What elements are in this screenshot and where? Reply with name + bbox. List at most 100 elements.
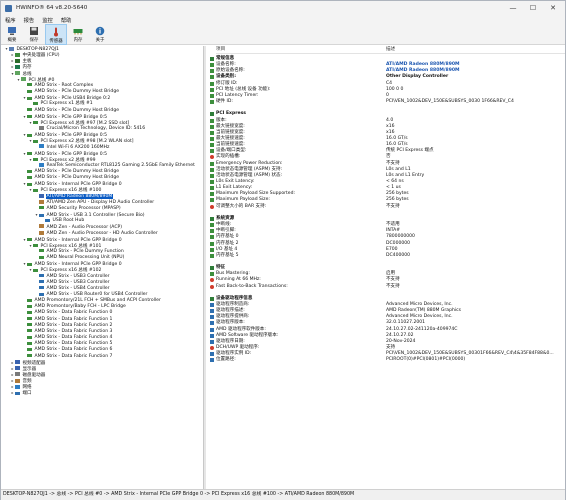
status-green-icon bbox=[210, 81, 214, 86]
tree-node-label: AMD Zen - Audio Processor (ACP) bbox=[46, 224, 123, 230]
usb-icon bbox=[39, 292, 44, 296]
property-name: 硬件 ID: bbox=[216, 99, 233, 105]
tree-node-label: ATI/AMD Radeon 880M/890M bbox=[45, 194, 114, 200]
tree-node-label: AMD Strix - Data Fabric Function 3 bbox=[34, 328, 113, 334]
usb-icon bbox=[39, 274, 44, 278]
dev-icon bbox=[27, 335, 32, 339]
dev-icon bbox=[27, 152, 32, 156]
property-row[interactable]: Fast Back-to-Back Transactions: 不支持 bbox=[206, 284, 565, 290]
tree-node-label: Crucial/Micron Technology, Device ID: 54… bbox=[46, 126, 146, 132]
tree-node-label: AMD Zen - Audio Processor - HD Audio Con… bbox=[46, 231, 158, 236]
status-red-icon bbox=[210, 346, 214, 351]
device-tree[interactable]: ▾ DESKTOP-N827QJ1 ▸ 中央处理器 (CPU) ▸ 主板 ▸ 内存 ▾ 总线 ▾ PC… bbox=[2, 46, 204, 489]
tree-node[interactable]: ▸ 端口 bbox=[2, 390, 203, 396]
status-green-icon bbox=[210, 180, 214, 184]
property-row[interactable]: 可调整大小的 BAR 支持: 不支持 bbox=[206, 204, 565, 210]
window-title: HWiNFO® 64 v8.20-5640 bbox=[16, 5, 88, 11]
status-green-icon bbox=[210, 69, 214, 74]
tree-node-label: AMD Strix - Root Complex bbox=[34, 82, 94, 88]
cpu-icon bbox=[15, 52, 20, 57]
memory-button[interactable]: 内存 bbox=[67, 24, 89, 45]
tree-node-label: AMD Strix - Data Fabric Function 6 bbox=[34, 347, 113, 353]
drive-icon bbox=[39, 125, 44, 130]
status-green-icon bbox=[210, 223, 214, 228]
gpu-icon bbox=[15, 366, 20, 371]
dev-icon bbox=[27, 304, 32, 308]
dev-icon bbox=[27, 182, 32, 186]
tree-node-label: AMD Strix - Data Fabric Function 2 bbox=[34, 322, 113, 328]
tree-node-label: AMD Strix - USB Router0 for USB4 Control… bbox=[46, 292, 148, 297]
column-header-description[interactable]: 描述 bbox=[386, 46, 565, 54]
net-icon bbox=[15, 384, 20, 389]
audio-icon bbox=[39, 230, 44, 235]
tree-node-label: USB Root Hub bbox=[52, 218, 85, 224]
tree-node-label: AMD Strix - PCIe Dummy Host Bridge bbox=[34, 107, 120, 113]
net-icon bbox=[39, 144, 44, 149]
maximize-button[interactable]: ☐ bbox=[523, 1, 543, 15]
close-button[interactable]: ✕ bbox=[543, 1, 563, 15]
status-red-icon bbox=[210, 204, 214, 209]
menu-monitor[interactable]: 监控 bbox=[38, 16, 57, 24]
tree-node-label: AMD Strix - USB3 Controller bbox=[46, 279, 110, 285]
dev-icon bbox=[27, 298, 32, 302]
status-green-icon bbox=[210, 143, 214, 148]
driver-icon bbox=[210, 333, 214, 338]
pc-icon bbox=[9, 46, 14, 51]
status-green-icon bbox=[210, 198, 214, 203]
tree-node-label: AMD Strix - PCIe Dummy Host Bridge bbox=[34, 169, 120, 174]
mem-icon bbox=[15, 64, 20, 69]
status-red-icon bbox=[210, 155, 214, 160]
dev-icon bbox=[33, 101, 38, 105]
status-red-icon bbox=[210, 278, 214, 283]
tree-node-label: AMD Neural Processing Unit (NPU) bbox=[46, 255, 125, 261]
audio-icon bbox=[15, 378, 20, 383]
tree-node-label: AMD Strix - Data Fabric Function 1 bbox=[34, 316, 113, 322]
net-icon bbox=[39, 162, 44, 167]
board-icon bbox=[15, 58, 20, 63]
dev-icon bbox=[33, 188, 38, 192]
dev-icon bbox=[33, 244, 38, 248]
property-row[interactable]: 硬件 ID: PCI\VEN_1002&DEV_150E&SUBSYS_0030 … bbox=[206, 99, 565, 105]
status-green-icon bbox=[210, 167, 214, 172]
status-green-icon bbox=[210, 87, 214, 92]
status-green-icon bbox=[210, 173, 214, 178]
summary-icon bbox=[8, 27, 16, 35]
summary-button[interactable]: 概要 bbox=[1, 24, 23, 45]
drive-icon bbox=[15, 372, 20, 377]
dev-icon bbox=[27, 354, 32, 357]
about-button[interactable]: 关于 bbox=[89, 24, 111, 45]
status-green-icon bbox=[210, 149, 214, 154]
menu-help[interactable]: 帮助 bbox=[57, 16, 76, 24]
dev-icon bbox=[27, 96, 32, 100]
menu-program[interactable]: 程序 bbox=[1, 16, 20, 24]
driver-icon bbox=[210, 309, 214, 314]
status-green-icon bbox=[210, 75, 214, 80]
dev-icon bbox=[27, 310, 32, 314]
property-row[interactable]: 内存基址 5 DC400000 bbox=[206, 253, 565, 259]
property-row[interactable]: 位置路径: PCIROOT(0)#PCI(0801)#PCI(0000) bbox=[206, 357, 565, 363]
property-name: 内存基址 5 bbox=[216, 252, 239, 258]
column-header-item[interactable]: 项目 bbox=[216, 46, 386, 54]
status-green-icon bbox=[210, 124, 214, 129]
tree-node-label: AMD Strix - USB4 Controller bbox=[46, 285, 110, 291]
properties-panel: 项目 描述 常规信息 设备名称: ATI/AMD Radeon 880M/890M 原… bbox=[206, 46, 565, 489]
status-green-icon bbox=[210, 118, 214, 123]
property-value: DC400000 bbox=[386, 252, 411, 258]
property-value: 不支持 bbox=[386, 283, 400, 289]
audio-icon bbox=[39, 199, 44, 204]
sensors-button[interactable]: 传感器 bbox=[45, 24, 67, 45]
dev-icon bbox=[27, 115, 32, 119]
tree-node-label: PCI Express x1 总线 #1 bbox=[40, 101, 93, 107]
chip-icon bbox=[210, 112, 214, 117]
status-green-icon bbox=[210, 136, 214, 141]
property-value: 不支持 bbox=[386, 203, 400, 209]
status-green-icon bbox=[210, 253, 214, 258]
memory-icon bbox=[73, 29, 83, 35]
menu-report[interactable]: 报告 bbox=[20, 16, 39, 24]
dev-icon bbox=[27, 341, 32, 345]
minimize-button[interactable]: — bbox=[503, 1, 523, 15]
dev-icon bbox=[27, 317, 32, 321]
save-button[interactable]: 保存 bbox=[23, 24, 45, 45]
dev-icon bbox=[27, 323, 32, 327]
driver-icon bbox=[210, 352, 214, 357]
